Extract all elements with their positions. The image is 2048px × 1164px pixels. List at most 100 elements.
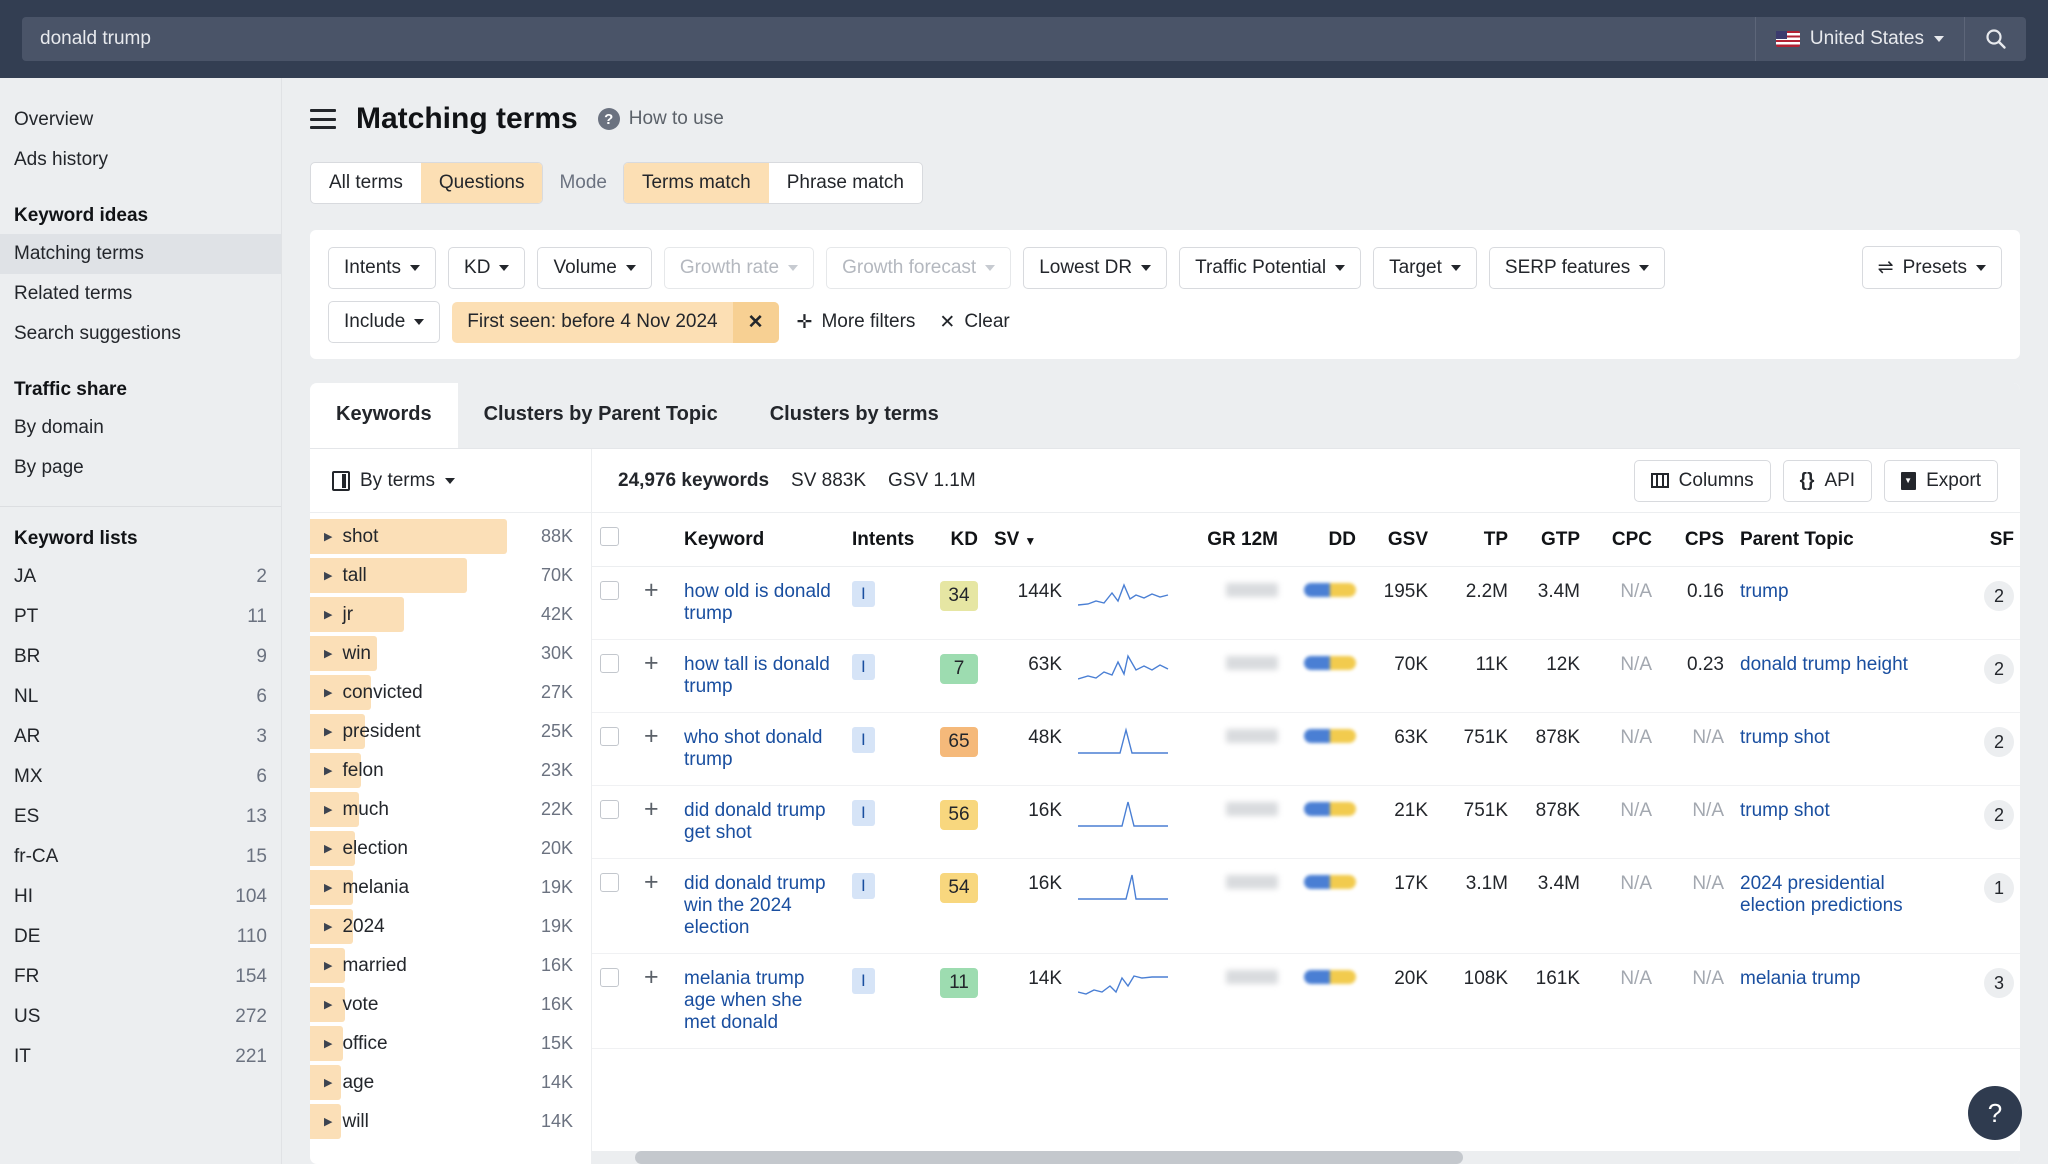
expand-triangle-icon[interactable]: ▶ — [324, 881, 332, 894]
table-row[interactable]: + did donald trump get shot I 56 16K 21K 751K 8… — [592, 785, 2020, 859]
group-by-selector[interactable]: By terms — [310, 449, 592, 512]
help-button[interactable]: ? — [1968, 1086, 2022, 1140]
keyword-list-row[interactable]: AR 3 — [0, 717, 281, 757]
term-row[interactable]: ▶ tall 70K — [310, 556, 591, 595]
table-header-parent-topic[interactable]: Parent Topic — [1732, 513, 1952, 567]
expand-triangle-icon[interactable]: ▶ — [324, 920, 332, 933]
keyword-list-row[interactable]: DE 110 — [0, 917, 281, 957]
term-row[interactable]: ▶ 2024 19K — [310, 907, 591, 946]
sidebar-item-related-terms[interactable]: Related terms — [0, 274, 281, 314]
expand-triangle-icon[interactable]: ▶ — [324, 686, 332, 699]
sidebar-item-matching-terms[interactable]: Matching terms — [0, 234, 281, 274]
tab-terms-match[interactable]: Terms match — [623, 163, 769, 203]
parent-topic-link[interactable]: melania trump — [1740, 968, 1860, 989]
filter-target[interactable]: Target — [1373, 246, 1477, 289]
keyword-link[interactable]: melania trump age when she met donald — [684, 968, 804, 1033]
table-header-gr-12m[interactable]: GR 12M — [1190, 513, 1286, 567]
keyword-list-row[interactable]: FR 154 — [0, 957, 281, 997]
expand-triangle-icon[interactable]: ▶ — [324, 842, 332, 855]
term-row[interactable]: ▶ vote 16K — [310, 985, 591, 1024]
table-row[interactable]: + how tall is donald trump I 7 63K 70K 11K 12K N… — [592, 639, 2020, 713]
keyword-list-row[interactable]: JA 2 — [0, 557, 281, 597]
more-filters-button[interactable]: ✛ More filters — [791, 302, 922, 343]
sidebar-item-search-suggestions[interactable]: Search suggestions — [0, 314, 281, 354]
expand-triangle-icon[interactable]: ▶ — [324, 530, 332, 543]
table-header-gtp[interactable]: GTP — [1516, 513, 1588, 567]
close-icon[interactable]: ✕ — [732, 301, 779, 343]
add-keyword-icon[interactable]: + — [644, 722, 659, 750]
table-header-gsv[interactable]: GSV — [1364, 513, 1436, 567]
table-row[interactable]: + did donald trump win the 2024 election I… — [592, 858, 2020, 954]
hamburger-menu-icon[interactable] — [310, 109, 336, 129]
how-to-use-link[interactable]: ? How to use — [597, 108, 724, 130]
parent-topic-link[interactable]: trump shot — [1740, 727, 1830, 748]
table-header-keyword[interactable]: Keyword — [676, 513, 844, 567]
term-row[interactable]: ▶ will 14K — [310, 1102, 591, 1141]
term-row[interactable]: ▶ melania 19K — [310, 868, 591, 907]
expand-triangle-icon[interactable]: ▶ — [324, 1037, 332, 1050]
table-header-sv[interactable]: SV ▼ — [986, 513, 1070, 567]
row-checkbox[interactable] — [600, 968, 619, 987]
keyword-list-row[interactable]: BR 9 — [0, 637, 281, 677]
expand-triangle-icon[interactable]: ▶ — [324, 998, 332, 1011]
filter-intents[interactable]: Intents — [328, 246, 437, 289]
table-row[interactable]: + who shot donald trump I 65 48K 63K 751K 878K N… — [592, 712, 2020, 786]
row-checkbox[interactable] — [600, 727, 619, 746]
keyword-link[interactable]: did donald trump win the 2024 election — [684, 873, 826, 938]
keyword-link[interactable]: how tall is donald trump — [684, 654, 830, 697]
expand-triangle-icon[interactable]: ▶ — [324, 764, 332, 777]
keyword-list-row[interactable]: MX 6 — [0, 757, 281, 797]
table-header-sf[interactable]: SF — [1952, 513, 2020, 567]
expand-triangle-icon[interactable]: ▶ — [324, 1115, 332, 1128]
term-row[interactable]: ▶ jr 42K — [310, 595, 591, 634]
term-row[interactable]: ▶ win 30K — [310, 634, 591, 673]
horizontal-scrollbar[interactable] — [592, 1151, 2020, 1164]
row-checkbox[interactable] — [600, 654, 619, 673]
tab-phrase-match[interactable]: Phrase match — [769, 163, 922, 203]
search-input[interactable] — [22, 17, 1755, 61]
row-checkbox[interactable] — [600, 581, 619, 600]
tab-all-terms[interactable]: All terms — [311, 163, 421, 203]
add-keyword-icon[interactable]: + — [644, 963, 659, 991]
expand-triangle-icon[interactable]: ▶ — [324, 725, 332, 738]
term-row[interactable]: ▶ much 22K — [310, 790, 591, 829]
keyword-list-row[interactable]: PT 11 — [0, 597, 281, 637]
table-header-intents[interactable]: Intents — [844, 513, 926, 567]
keyword-link[interactable]: who shot donald trump — [684, 727, 822, 770]
filter-serp-features[interactable]: SERP features — [1488, 246, 1666, 289]
term-row[interactable]: ▶ election 20K — [310, 829, 591, 868]
expand-triangle-icon[interactable]: ▶ — [324, 1076, 332, 1089]
keyword-link[interactable]: how old is donald trump — [684, 581, 831, 624]
sidebar-item-by-page[interactable]: By page — [0, 448, 281, 488]
keyword-list-row[interactable]: HI 104 — [0, 877, 281, 917]
term-row[interactable]: ▶ married 16K — [310, 946, 591, 985]
term-row[interactable]: ▶ shot 88K — [310, 517, 591, 556]
table-header-cps[interactable]: CPS — [1660, 513, 1732, 567]
select-all-checkbox[interactable] — [600, 527, 619, 546]
presets-button[interactable]: ⇌ Presets — [1861, 246, 2002, 289]
row-checkbox[interactable] — [600, 800, 619, 819]
filter-include[interactable]: Include — [328, 301, 441, 343]
filter-kd[interactable]: KD — [448, 246, 526, 289]
keyword-list-row[interactable]: fr-CA 15 — [0, 837, 281, 877]
keyword-list-row[interactable]: NL 6 — [0, 677, 281, 717]
expand-triangle-icon[interactable]: ▶ — [324, 959, 332, 972]
term-row[interactable]: ▶ age 14K — [310, 1063, 591, 1102]
expand-triangle-icon[interactable]: ▶ — [324, 569, 332, 582]
table-row[interactable]: + how old is donald trump I 34 144K 195K 2.2M 3… — [592, 566, 2020, 640]
sidebar-item-by-domain[interactable]: By domain — [0, 408, 281, 448]
active-filter-chip[interactable]: First seen: before 4 Nov 2024 ✕ — [452, 301, 779, 343]
filter-lowest-dr[interactable]: Lowest DR — [1023, 246, 1168, 289]
term-row[interactable]: ▶ convicted 27K — [310, 673, 591, 712]
keyword-link[interactable]: did donald trump get shot — [684, 800, 826, 843]
parent-topic-link[interactable]: 2024 presidential election predictions — [1740, 873, 1903, 916]
export-button[interactable]: Export — [1884, 459, 1998, 502]
clear-filters-button[interactable]: ✕ Clear — [933, 302, 1015, 343]
table-header-tp[interactable]: TP — [1436, 513, 1516, 567]
table-header-cpc[interactable]: CPC — [1588, 513, 1660, 567]
api-button[interactable]: {} API — [1782, 459, 1873, 502]
parent-topic-link[interactable]: trump — [1740, 581, 1789, 602]
parent-topic-link[interactable]: trump shot — [1740, 800, 1830, 821]
table-header-kd[interactable]: KD — [926, 513, 986, 567]
add-keyword-icon[interactable]: + — [644, 576, 659, 604]
